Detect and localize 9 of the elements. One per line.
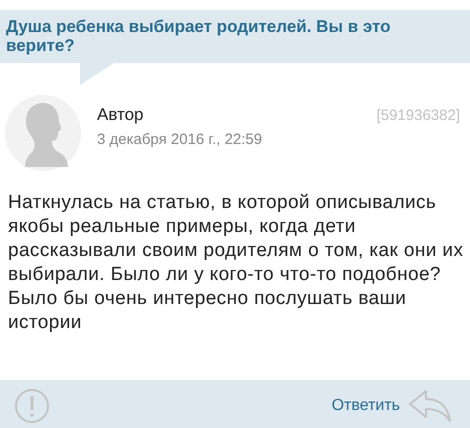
reply-link[interactable]: Ответить [332, 389, 452, 423]
topic-title: Душа ребенка выбирает родителей. Вы в это верите? [6, 17, 392, 55]
exclamation-icon[interactable] [14, 388, 50, 424]
author-name: Автор [97, 105, 144, 125]
reply-arrow-icon [408, 389, 452, 423]
post-date: 3 декабря 2016 г., 22:59 [97, 131, 264, 148]
avatar-icon [5, 95, 81, 171]
post-text: Наткнулась на статью, в которой описывались якобы реальные примеры, когда дети рассказывали своим родителям о том, как они их выбирали. Было ли у кого-то что-то подобное? Было бы очень интересно послушать ваши истории [8, 191, 464, 335]
post-id: [591936382] [376, 107, 460, 124]
